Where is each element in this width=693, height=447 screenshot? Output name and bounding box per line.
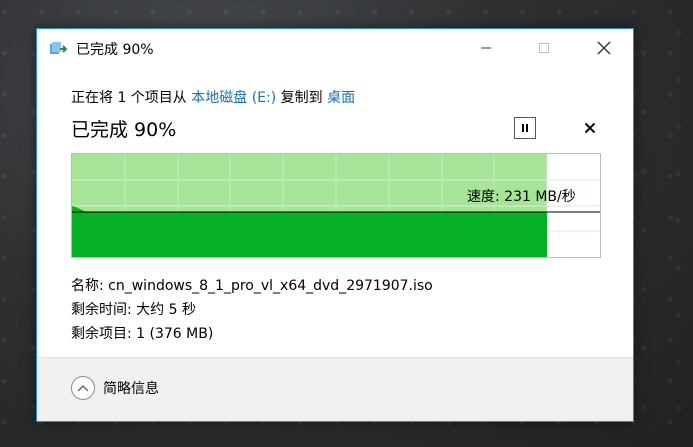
less-details-button[interactable]: 简略信息 bbox=[71, 376, 159, 400]
progress-status: 已完成 90% bbox=[71, 119, 177, 141]
copy-description: 正在将 1 个项目从 本地磁盘 (E:) 复制到 桌面 bbox=[71, 87, 355, 107]
chevron-up-icon bbox=[71, 376, 95, 400]
speed-label: 速度: 231 MB/秒 bbox=[467, 189, 576, 205]
close-icon bbox=[597, 41, 611, 55]
maximize-button[interactable] bbox=[515, 29, 573, 67]
source-link[interactable]: 本地磁盘 (E:) bbox=[191, 90, 276, 106]
minimize-button[interactable] bbox=[457, 29, 515, 67]
window-title: 已完成 90% bbox=[76, 42, 154, 58]
items-remaining: 剩余项目: 1 (376 MB) bbox=[71, 326, 214, 342]
time-remaining: 剩余时间: 大约 5 秒 bbox=[71, 302, 196, 318]
minimize-icon bbox=[481, 47, 491, 49]
copy-arrow-icon bbox=[50, 42, 67, 54]
less-details-label: 简略信息 bbox=[103, 381, 159, 397]
copy-progress-dialog: 已完成 90% 正在将 1 个项目从 本地磁盘 (E:) 复制到 桌面 已完成 … bbox=[36, 28, 634, 422]
cancel-icon bbox=[584, 122, 596, 134]
copy-middle: 复制到 bbox=[276, 90, 328, 106]
transfer-speed-graph: 速度: 231 MB/秒 bbox=[71, 153, 601, 258]
destination-link[interactable]: 桌面 bbox=[327, 90, 355, 106]
cancel-button[interactable] bbox=[579, 117, 601, 139]
file-name: 名称: cn_windows_8_1_pro_vl_x64_dvd_297190… bbox=[71, 278, 433, 294]
close-button[interactable] bbox=[575, 29, 633, 67]
speed-fill bbox=[72, 206, 547, 257]
pause-button[interactable] bbox=[514, 117, 536, 139]
copy-prefix: 正在将 1 个项目从 bbox=[71, 90, 192, 106]
title-bar[interactable]: 已完成 90% bbox=[37, 29, 633, 69]
dialog-footer: 简略信息 bbox=[37, 357, 633, 421]
maximize-icon bbox=[539, 43, 549, 53]
pause-icon bbox=[522, 124, 528, 132]
